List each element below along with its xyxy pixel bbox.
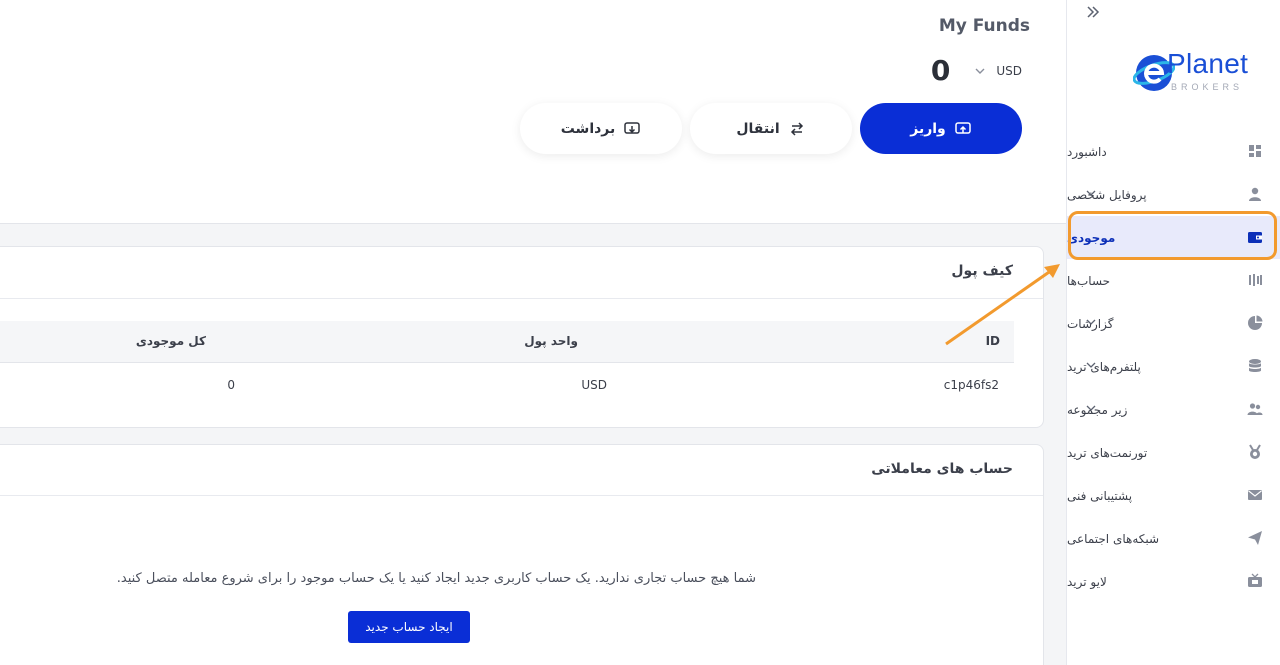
sidebar-item-label: موجودی [1067,230,1116,245]
double-chevron-icon[interactable] [1085,4,1101,20]
sidebar-item-label: تورنمت‌های ترید [1067,445,1148,460]
withdraw-label: برداشت [560,120,616,137]
sidebar-item-label: شبکه‌های اجتماعی [1067,531,1160,546]
wallet-icon [1248,232,1262,243]
sidebar-item-platforms[interactable]: پلتفرم‌های ترید [1067,345,1280,388]
sidebar-item-social[interactable]: شبکه‌های اجتماعی [1067,517,1280,560]
chevron-down-icon[interactable] [974,65,986,77]
sidebar-item-profile[interactable]: پروفایل شخصی [1067,173,1280,216]
sidebar-item-subset[interactable]: زیر مجموعه [1067,388,1280,431]
pie-chart-icon [1248,315,1263,330]
table-header: ID واحد پول کل موجودی [0,321,1014,363]
chevron-down-icon [1086,190,1096,196]
logo-sub: BROKERS [1171,82,1244,92]
sidebar-nav: داشبورد پروفایل شخصی موجودی حساب‌ها گزار… [1067,130,1280,603]
sidebar-item-label: حساب‌ها [1067,273,1111,288]
sidebar-item-label: پشتیبانی فنی [1067,488,1133,503]
column-unit: واحد پول [524,334,578,348]
deposit-label: واریز [910,120,946,137]
withdraw-button[interactable]: برداشت [520,103,682,154]
medal-icon [1249,444,1261,459]
sidebar-item-dashboard[interactable]: داشبورد [1067,130,1280,173]
cell-unit: USD [581,378,607,392]
trading-accounts-card: حساب های معاملاتی شما هیچ حساب تجاری ندا… [0,444,1044,665]
column-id: ID [985,334,1000,348]
sidebar: Planet BROKERS داشبورد پروفایل شخصی موجو… [1066,0,1280,665]
funds-header: My Funds 0 USD برداشت انتقال واریز [0,0,1066,224]
transfer-label: انتقال [736,120,780,137]
divider [0,495,1043,496]
divider [0,298,1043,299]
cell-total: 0 [227,378,235,392]
chevron-down-icon [1086,405,1096,411]
send-icon [1248,531,1262,545]
deposit-icon [955,121,971,134]
fund-actions: برداشت انتقال واریز [520,103,1022,154]
transfer-button[interactable]: انتقال [690,103,852,154]
sidebar-item-label: زیر مجموعه [1067,402,1128,417]
wallet-card: کیف پول ID واحد پول کل موجودی c1p46fs2 U… [0,246,1044,428]
transfer-icon [790,121,803,136]
page-title: My Funds [938,16,1030,36]
currency-select[interactable]: USD [996,64,1022,78]
sidebar-item-accounts[interactable]: حساب‌ها [1067,259,1280,302]
mail-icon [1248,490,1262,500]
balance-amount: 0 [930,54,951,87]
column-total: کل موجودی [135,334,206,348]
sidebar-item-label: پروفایل شخصی [1067,187,1147,202]
logo-name: Planet [1167,48,1249,79]
accounts-icon [1249,274,1262,286]
deposit-button[interactable]: واریز [860,103,1022,154]
sidebar-item-balance[interactable]: موجودی [1067,216,1280,259]
tv-icon [1248,573,1262,587]
wallet-title: کیف پول [951,263,1013,279]
sidebar-item-label: پلتفرم‌های ترید [1067,359,1141,374]
user-icon [1249,187,1261,201]
chevron-down-icon [1086,319,1096,325]
sidebar-item-tournaments[interactable]: تورنمت‌های ترید [1067,431,1280,474]
sidebar-item-live-trade[interactable]: لایو ترید [1067,560,1280,603]
withdraw-icon [624,121,641,134]
chevron-down-icon [1086,362,1096,368]
cell-id: c1p46fs2 [943,378,999,392]
sidebar-item-reports[interactable]: گزارشات [1067,302,1280,345]
trading-title: حساب های معاملاتی [871,461,1013,477]
funds-balance: 0 USD [931,54,1022,87]
empty-state-message: شما هیچ حساب تجاری ندارید. یک حساب کاربر… [116,571,756,586]
database-icon [1249,359,1261,372]
sidebar-item-label: لایو ترید [1067,574,1107,589]
dashboard-icon [1249,145,1261,157]
sidebar-item-support[interactable]: پشتیبانی فنی [1067,474,1280,517]
logo: Planet BROKERS [1121,46,1261,100]
sidebar-item-label: داشبورد [1067,144,1107,159]
users-icon [1247,403,1263,415]
create-account-button[interactable]: ایجاد حساب جدید [348,611,470,643]
